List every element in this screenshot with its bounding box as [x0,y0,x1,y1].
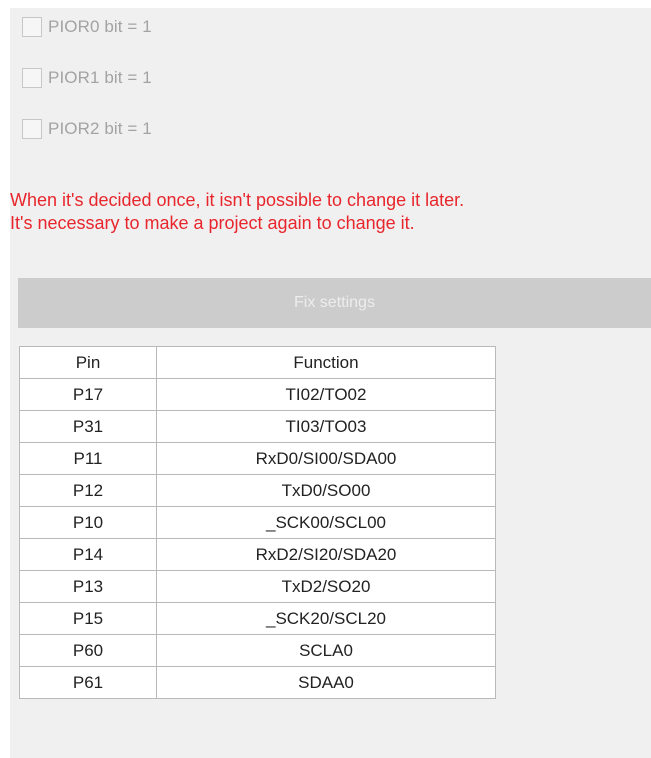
table-row[interactable]: P61 SDAA0 [19,666,496,699]
function-cell: _SCK00/SCL00 [156,506,496,539]
function-cell: RxD2/SI20/SDA20 [156,538,496,571]
function-cell: TxD0/SO00 [156,474,496,507]
pin-function-table: Pin Function P17 TI02/TO02 P31 TI03/TO03… [19,346,496,699]
pior2-checkbox[interactable] [22,119,42,139]
pior2-label: PIOR2 bit = 1 [48,119,152,138]
function-cell: SCLA0 [156,634,496,667]
pior1-label: PIOR1 bit = 1 [48,68,152,87]
function-cell: SDAA0 [156,666,496,699]
option-pior0[interactable]: PIOR0 bit = 1 [22,15,152,39]
table-row[interactable]: P60 SCLA0 [19,634,496,667]
pin-cell: P14 [19,538,157,571]
function-column-header: Function [156,346,496,379]
pior0-label: PIOR0 bit = 1 [48,17,152,36]
pin-cell: P31 [19,410,157,443]
option-pior1[interactable]: PIOR1 bit = 1 [22,66,152,90]
function-cell: TI02/TO02 [156,378,496,411]
table-header-row: Pin Function [19,346,496,379]
table-row[interactable]: P14 RxD2/SI20/SDA20 [19,538,496,571]
pin-cell: P10 [19,506,157,539]
pior1-checkbox[interactable] [22,68,42,88]
table-row[interactable]: P17 TI02/TO02 [19,378,496,411]
fix-settings-button[interactable]: Fix settings [18,278,651,328]
table-row[interactable]: P10 _SCK00/SCL00 [19,506,496,539]
pin-cell: P61 [19,666,157,699]
function-cell: TI03/TO03 [156,410,496,443]
settings-panel: PIOR0 bit = 1 PIOR1 bit = 1 PIOR2 bit = … [10,8,651,758]
pin-cell: P15 [19,602,157,635]
option-pior2[interactable]: PIOR2 bit = 1 [22,117,152,141]
table-row[interactable]: P31 TI03/TO03 [19,410,496,443]
function-cell: _SCK20/SCL20 [156,602,496,635]
warning-message: When it's decided once, it isn't possibl… [10,189,464,235]
pin-cell: P17 [19,378,157,411]
pin-cell: P11 [19,442,157,475]
table-row[interactable]: P13 TxD2/SO20 [19,570,496,603]
pin-cell: P13 [19,570,157,603]
table-row[interactable]: P15 _SCK20/SCL20 [19,602,496,635]
warning-line-1: When it's decided once, it isn't possibl… [10,190,465,210]
table-row[interactable]: P11 RxD0/SI00/SDA00 [19,442,496,475]
pin-column-header: Pin [19,346,157,379]
function-cell: RxD0/SI00/SDA00 [156,442,496,475]
pior0-checkbox[interactable] [22,17,42,37]
pin-cell: P12 [19,474,157,507]
function-cell: TxD2/SO20 [156,570,496,603]
table-row[interactable]: P12 TxD0/SO00 [19,474,496,507]
pin-cell: P60 [19,634,157,667]
warning-line-2: It's necessary to make a project again t… [10,213,415,233]
